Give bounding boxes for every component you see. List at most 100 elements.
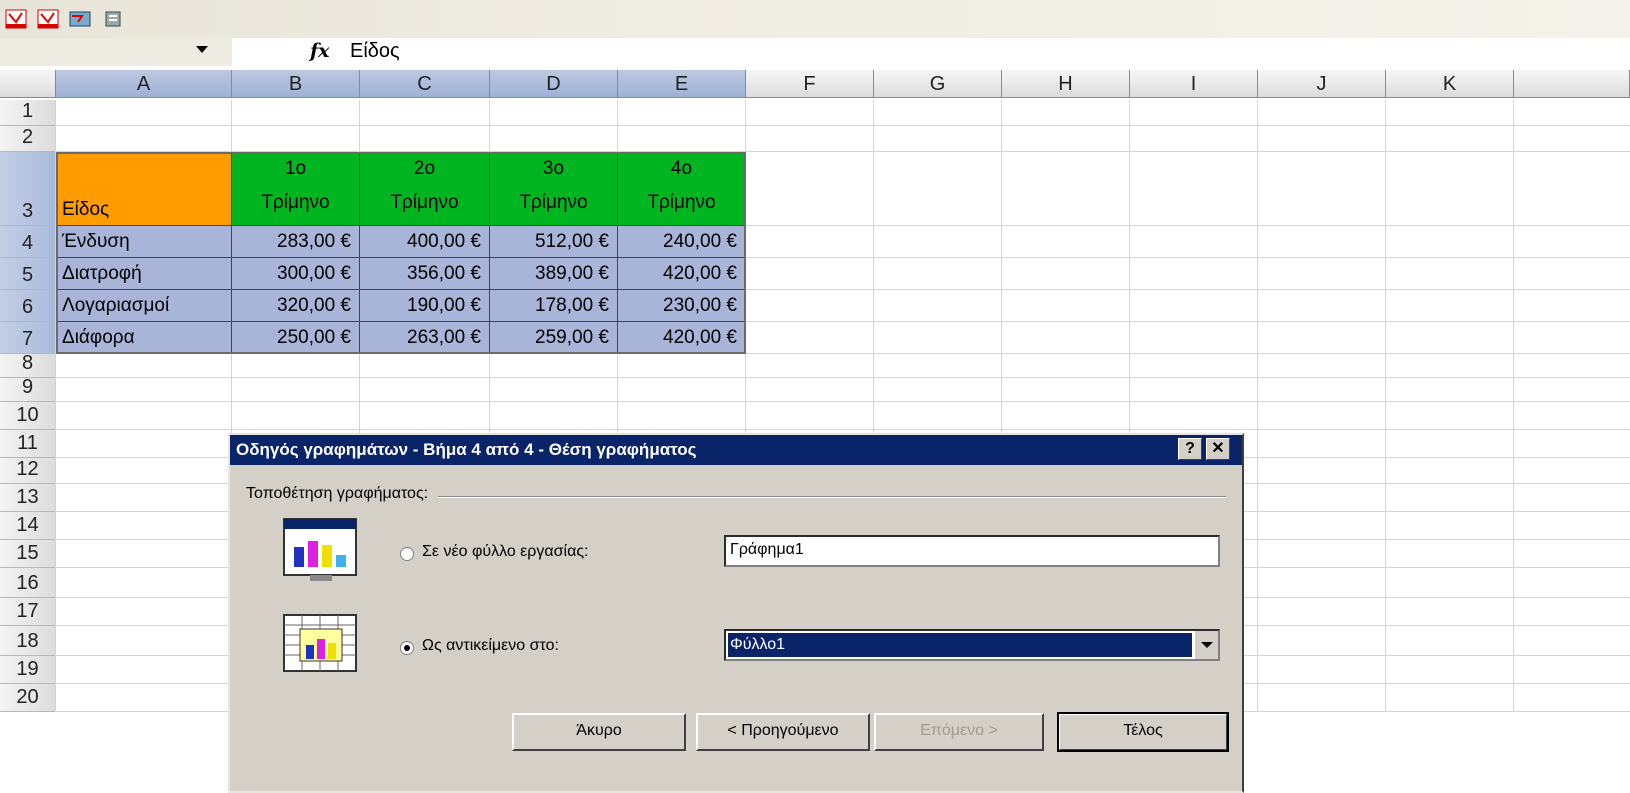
as-object-label: Ως αντικείμενο στο: xyxy=(422,637,559,654)
column-header-h[interactable]: H xyxy=(1002,70,1130,98)
sheet-select-value: Φύλλο1 xyxy=(728,633,1192,657)
pdf-convert-icon[interactable] xyxy=(4,8,30,30)
formula-bar: fx Είδος xyxy=(0,38,1630,68)
value-cell[interactable]: 230,00 € xyxy=(618,290,746,322)
column-header-c[interactable]: C xyxy=(360,70,490,98)
row-label-cell[interactable]: Ένδυση xyxy=(56,226,232,258)
row-header-17[interactable]: 17 xyxy=(0,598,56,626)
gridline-vertical xyxy=(1513,100,1514,712)
quarter-number: 1ο xyxy=(284,158,307,179)
row-header-16[interactable]: 16 xyxy=(0,568,56,598)
function-icon[interactable]: fx xyxy=(310,40,330,62)
row-label-cell[interactable]: Λογαριασμοί xyxy=(56,290,232,322)
row-label-cell[interactable]: Διάφορα xyxy=(56,322,232,354)
column-header-g[interactable]: G xyxy=(874,70,1002,98)
quarter-word: Τρίμηνο xyxy=(261,192,330,213)
value-cell[interactable]: 250,00 € xyxy=(232,322,360,354)
row-header-5[interactable]: 5 xyxy=(0,258,56,290)
cell-a3[interactable]: Είδος xyxy=(56,152,232,226)
quarter-number: 4ο xyxy=(670,158,693,179)
formula-input[interactable]: Είδος xyxy=(350,40,400,63)
row-header-12[interactable]: 12 xyxy=(0,458,56,484)
radio-as-object[interactable] xyxy=(400,641,414,655)
finish-button[interactable]: Τέλος xyxy=(1057,712,1229,752)
column-header-a[interactable]: A xyxy=(56,70,232,98)
radio-new-sheet[interactable] xyxy=(400,547,414,561)
value-cell[interactable]: 190,00 € xyxy=(360,290,490,322)
column-header-j[interactable]: J xyxy=(1258,70,1386,98)
gridline-vertical xyxy=(1257,100,1258,712)
close-button[interactable]: ✕ xyxy=(1206,438,1230,460)
row-header-14[interactable]: 14 xyxy=(0,512,56,540)
quarter-header-4[interactable]: 4ο Τρίμηνο xyxy=(618,152,746,226)
row-header-18[interactable]: 18 xyxy=(0,626,56,656)
new-sheet-label: Σε νέο φύλλο εργασίας: xyxy=(422,543,589,560)
quarter-word: Τρίμηνο xyxy=(647,192,716,213)
next-button: Επόμενο > xyxy=(874,713,1044,751)
dialog-title: Οδηγός γραφημάτων - Βήμα 4 από 4 - Θέση … xyxy=(236,440,697,459)
toolbar-options-icon[interactable] xyxy=(100,8,121,30)
toolbar xyxy=(0,0,1630,38)
row-header-4[interactable]: 4 xyxy=(0,226,56,258)
gridline-horizontal xyxy=(56,401,1630,402)
row-header-7[interactable]: 7 xyxy=(0,322,56,354)
value-cell[interactable]: 356,00 € xyxy=(360,258,490,290)
cell-a3-text: Είδος xyxy=(62,199,110,220)
select-all-corner[interactable] xyxy=(0,70,56,98)
value-cell[interactable]: 320,00 € xyxy=(232,290,360,322)
dialog-title-bar[interactable]: Οδηγός γραφημάτων - Βήμα 4 από 4 - Θέση … xyxy=(230,435,1242,465)
pdf-email-icon[interactable] xyxy=(36,8,62,30)
column-header-f[interactable]: F xyxy=(746,70,874,98)
gridline-horizontal xyxy=(56,429,1630,430)
value-cell[interactable]: 300,00 € xyxy=(232,258,360,290)
quarter-header-2[interactable]: 2ο Τρίμηνο xyxy=(360,152,490,226)
quarter-word: Τρίμηνο xyxy=(519,192,588,213)
value-cell[interactable]: 259,00 € xyxy=(490,322,618,354)
quarter-header-3[interactable]: 3ο Τρίμηνο xyxy=(490,152,618,226)
value-cell[interactable]: 420,00 € xyxy=(618,258,746,290)
value-cell[interactable]: 263,00 € xyxy=(360,322,490,354)
quarter-number: 3ο xyxy=(542,158,565,179)
cancel-button[interactable]: Άκυρο xyxy=(512,713,686,751)
pdf-review-icon[interactable] xyxy=(68,8,94,30)
row-header-1[interactable]: 1 xyxy=(0,100,56,126)
back-button[interactable]: < Προηγούμενο xyxy=(696,713,870,751)
value-cell[interactable]: 512,00 € xyxy=(490,226,618,258)
value-cell[interactable]: 400,00 € xyxy=(360,226,490,258)
chart-wizard-dialog: Οδηγός γραφημάτων - Βήμα 4 από 4 - Θέση … xyxy=(228,433,1244,793)
column-headers: ABCDEFGHIJK xyxy=(0,70,1630,100)
sheet-select[interactable]: Φύλλο1 xyxy=(724,629,1220,661)
quarter-number: 2ο xyxy=(413,158,436,179)
new-sheet-name-input[interactable]: Γράφημα1 xyxy=(724,535,1220,567)
column-header-i[interactable]: I xyxy=(1130,70,1258,98)
value-cell[interactable]: 283,00 € xyxy=(232,226,360,258)
row-header-20[interactable]: 20 xyxy=(0,684,56,712)
value-cell[interactable]: 420,00 € xyxy=(618,322,746,354)
gridline-horizontal xyxy=(56,377,1630,378)
quarter-header-1[interactable]: 1ο Τρίμηνο xyxy=(232,152,360,226)
row-label-cell[interactable]: Διατροφή xyxy=(56,258,232,290)
column-header-l[interactable] xyxy=(1514,70,1630,98)
chart-sheet-icon xyxy=(280,515,362,590)
row-header-10[interactable]: 10 xyxy=(0,402,56,430)
help-button[interactable]: ? xyxy=(1178,438,1202,460)
quarter-word: Τρίμηνο xyxy=(390,192,459,213)
column-header-b[interactable]: B xyxy=(232,70,360,98)
row-header-2[interactable]: 2 xyxy=(0,126,56,152)
row-header-11[interactable]: 11 xyxy=(0,430,56,458)
column-header-e[interactable]: E xyxy=(618,70,746,98)
row-header-8[interactable]: 8 xyxy=(0,352,56,378)
column-header-d[interactable]: D xyxy=(490,70,618,98)
row-header-6[interactable]: 6 xyxy=(0,290,56,322)
value-cell[interactable]: 178,00 € xyxy=(490,290,618,322)
column-header-k[interactable]: K xyxy=(1386,70,1514,98)
row-header-13[interactable]: 13 xyxy=(0,484,56,512)
row-header-9[interactable]: 9 xyxy=(0,376,56,402)
row-header-15[interactable]: 15 xyxy=(0,540,56,568)
chevron-down-icon[interactable] xyxy=(196,46,208,53)
chevron-down-icon[interactable] xyxy=(1194,631,1218,659)
row-header-3[interactable]: 3 xyxy=(0,152,56,226)
value-cell[interactable]: 389,00 € xyxy=(490,258,618,290)
row-header-19[interactable]: 19 xyxy=(0,656,56,684)
value-cell[interactable]: 240,00 € xyxy=(618,226,746,258)
